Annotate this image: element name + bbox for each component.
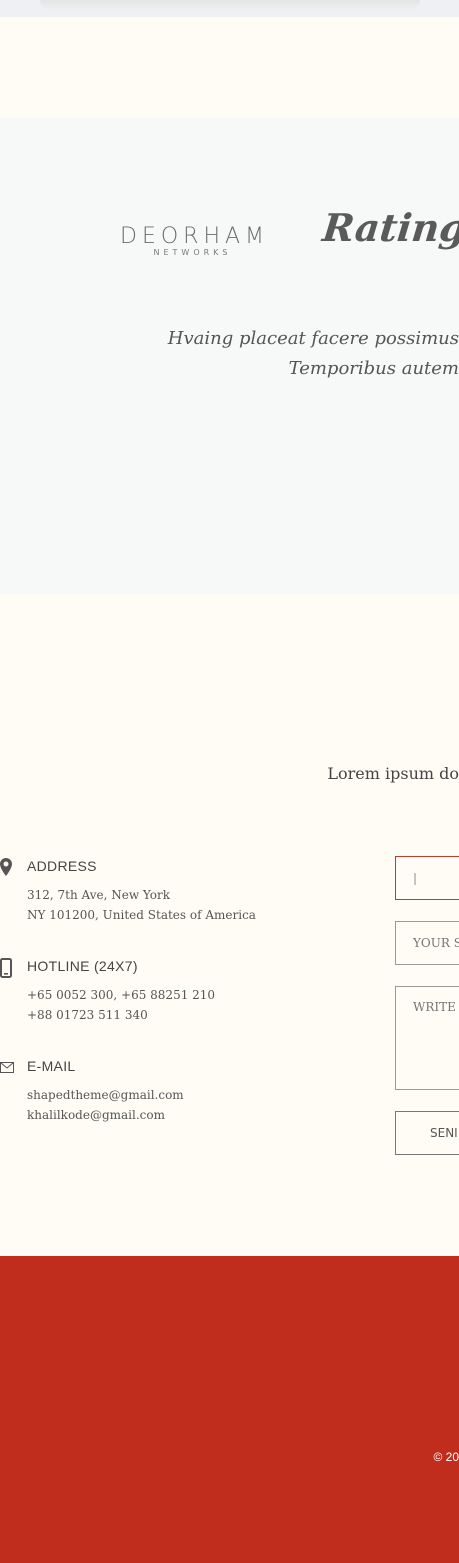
subject-input[interactable]	[413, 936, 459, 950]
name-input[interactable]	[413, 871, 459, 885]
top-shadow	[40, 0, 420, 10]
map-marker-icon	[0, 858, 14, 876]
contact-address: ADDRESS 312, 7th Ave, New York NY 101200…	[0, 858, 260, 928]
message-textarea[interactable]	[413, 1000, 459, 1056]
contact-hotline: HOTLINE (24X7) +65 0052 300, +65 88251 2…	[0, 958, 260, 1028]
address-title: ADDRESS	[27, 858, 97, 874]
contact-email: E-MAIL shapedtheme@gmail.com khalilkode@…	[0, 1058, 260, 1128]
clients-section	[0, 118, 459, 594]
message-field[interactable]	[395, 986, 459, 1090]
email-title: E-MAIL	[27, 1058, 76, 1074]
logo-name: DEORHAM	[120, 224, 270, 249]
address-line-2: NY 101200, United States of America	[27, 908, 256, 922]
client-logo-deorham[interactable]: DEORHAM NETWORKS	[120, 226, 265, 258]
client-logo-ratings[interactable]: Ratings	[319, 205, 459, 265]
top-strip	[0, 0, 459, 17]
email-line-1[interactable]: shapedtheme@gmail.com	[27, 1088, 184, 1102]
hotline-line-2: +88 01723 511 340	[27, 1008, 148, 1022]
logo-subtitle: NETWORKS	[153, 248, 232, 257]
email-line-2[interactable]: khalilkode@gmail.com	[27, 1108, 165, 1122]
mobile-phone-icon	[0, 958, 14, 978]
testimonial-line-2: Temporibus autem	[288, 358, 459, 379]
send-button[interactable]: SENI	[395, 1111, 459, 1155]
contact-intro-text: Lorem ipsum do	[327, 764, 459, 783]
copyright-text: © 20	[433, 1450, 459, 1464]
cream-section	[0, 17, 459, 118]
address-line-1: 312, 7th Ave, New York	[27, 888, 171, 902]
subject-field[interactable]	[395, 921, 459, 965]
testimonial-line-1: Hvaing placeat facere possimus	[167, 328, 459, 349]
envelope-icon	[0, 1058, 14, 1076]
name-field[interactable]	[395, 856, 459, 900]
hotline-line-1: +65 0052 300, +65 88251 210	[27, 988, 216, 1002]
hotline-title: HOTLINE (24X7)	[27, 958, 138, 974]
footer	[0, 1256, 459, 1563]
